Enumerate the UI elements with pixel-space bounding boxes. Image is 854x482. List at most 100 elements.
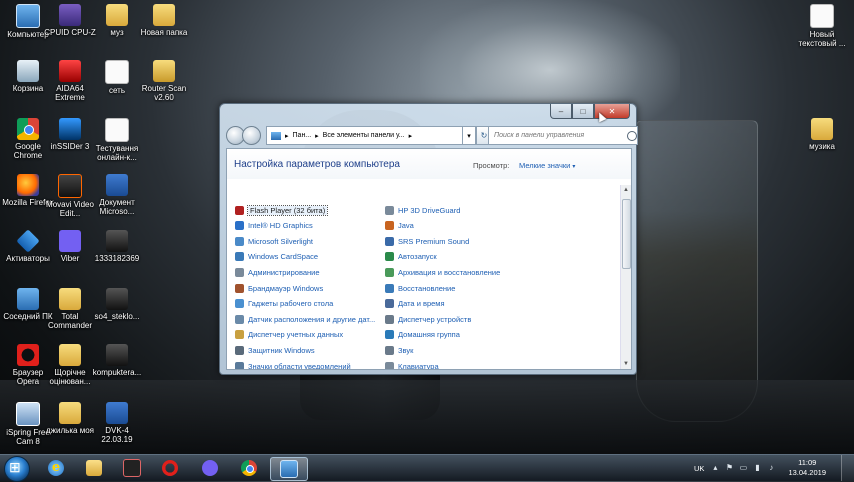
network-icon[interactable]: ▮: [753, 464, 761, 472]
desktop-icon-music[interactable]: музика: [795, 118, 849, 151]
folder-icon: [106, 4, 128, 26]
control-panel-item[interactable]: Автозапуск: [385, 250, 437, 264]
scroll-up-arrow-icon[interactable]: ▲: [621, 185, 631, 195]
control-panel-item-label: Flash Player (32 бита): [246, 204, 329, 216]
control-panel-icon: [271, 131, 281, 140]
control-panel-item-icon: [385, 267, 394, 277]
taskbar-viber[interactable]: [192, 457, 228, 479]
desktop-icon-label: so4_steklo...: [94, 312, 140, 321]
control-panel-item-icon: [385, 314, 394, 324]
desktop-icon-word-doc[interactable]: Документ Microso...: [90, 174, 144, 216]
control-panel-item[interactable]: Датчик расположения и другие дат...: [235, 312, 375, 326]
control-panel-item[interactable]: HP 3D DriveGuard: [385, 203, 460, 217]
desktop-icon-inssider[interactable]: inSSIDer 3: [43, 118, 97, 151]
breadcrumb-all-items[interactable]: Все элементы панели у...: [323, 132, 405, 139]
desktop-icon-dvk4[interactable]: DVK-4 22.03.19: [90, 402, 144, 444]
desktop-icon-total-commander[interactable]: Total Commander: [43, 288, 97, 330]
word-document-icon: [106, 402, 128, 424]
control-panel-item[interactable]: Архивация и восстановление: [385, 265, 500, 279]
desktop-icon-movavi[interactable]: Movavi Video Edit...: [43, 174, 97, 218]
control-panel-item[interactable]: Windows CardSpace: [235, 250, 318, 264]
app-icon: [123, 459, 141, 477]
control-panel-item[interactable]: Диспетчер устройств: [385, 312, 471, 326]
view-mode-dropdown[interactable]: Мелкие значки ▾: [519, 161, 575, 170]
desktop-icon-muz[interactable]: муз: [90, 4, 144, 37]
desktop-icon-testing[interactable]: Тестування онлайн-к...: [90, 118, 144, 162]
control-panel-item[interactable]: Администрирование: [235, 265, 320, 279]
address-separator: ▸: [315, 132, 319, 140]
taskbar-opera[interactable]: [152, 457, 188, 479]
show-desktop-button[interactable]: [841, 455, 854, 481]
taskbar-ie[interactable]: e: [38, 457, 74, 479]
desktop-icon-image-kompukter[interactable]: kompukterа...: [90, 344, 144, 377]
vertical-scrollbar[interactable]: ▲ ▼: [620, 185, 631, 369]
desktop-icon-label: музика: [809, 142, 835, 151]
desktop-icon-new-text[interactable]: Новый текстовый ...: [795, 4, 849, 48]
desktop-icon-dzhilka[interactable]: джилька моя: [43, 402, 97, 435]
search-input[interactable]: [492, 131, 622, 140]
address-bar[interactable]: ▸ Пан... ▸ Все элементы панели у... ▸: [266, 126, 464, 145]
viber-icon: [202, 460, 218, 476]
tray-expand-icon[interactable]: ▴: [711, 464, 719, 472]
search-icon[interactable]: [627, 130, 637, 141]
address-dropdown-button[interactable]: ▾: [462, 126, 476, 145]
desktop-icon-label: Router Scan v2.60: [141, 84, 187, 102]
taskbar-control-panel[interactable]: [270, 457, 308, 481]
address-separator: ▸: [408, 132, 413, 140]
desktop-icon-router-scan[interactable]: Router Scan v2.60: [137, 60, 191, 102]
control-panel-item[interactable]: Flash Player (32 бита): [235, 203, 329, 217]
control-panel-item-icon: [385, 205, 394, 215]
scroll-down-arrow-icon[interactable]: ▼: [621, 359, 631, 369]
desktop-icon-new-folder[interactable]: Новая папка: [137, 4, 191, 37]
control-panel-item[interactable]: Java: [385, 219, 414, 233]
language-indicator[interactable]: UK: [694, 464, 704, 473]
control-panel-item-icon: [235, 283, 244, 293]
volume-icon[interactable]: ♪: [767, 464, 775, 472]
desktop-icon-viber[interactable]: Viber: [43, 230, 97, 263]
search-box: [488, 126, 638, 145]
control-panel-item[interactable]: SRS Premium Sound: [385, 234, 469, 248]
desktop-icon-label: Total Commander: [47, 312, 92, 330]
breadcrumb-control-panel[interactable]: Пан...: [293, 132, 312, 139]
control-panel-item-icon: [385, 330, 394, 340]
control-panel-item[interactable]: Клавиатура: [385, 359, 439, 369]
minimize-button[interactable]: –: [550, 104, 572, 119]
flag-icon[interactable]: ⚑: [725, 464, 733, 472]
control-panel-item[interactable]: Диспетчер учетных данных: [235, 328, 343, 342]
address-separator: ▸: [285, 132, 289, 140]
control-panel-item[interactable]: Гаджеты рабочего стола: [235, 297, 333, 311]
taskbar-explorer[interactable]: [76, 457, 112, 479]
forward-button[interactable]: [242, 126, 261, 145]
control-panel-item-icon: [385, 299, 394, 309]
start-button[interactable]: [4, 456, 30, 482]
content-header: Настройка параметров компьютера Просмотр…: [227, 149, 631, 179]
desktop-icon-aida64[interactable]: AIDA64 Extreme: [43, 60, 97, 102]
control-panel-item[interactable]: Домашняя группа: [385, 328, 460, 342]
control-panel-item[interactable]: Восстановление: [385, 281, 455, 295]
control-panel-item[interactable]: Дата и время: [385, 297, 445, 311]
scrollbar-thumb[interactable]: [622, 199, 631, 269]
control-panel-item[interactable]: Брандмауэр Windows: [235, 281, 323, 295]
control-panel-item[interactable]: Microsoft Silverlight: [235, 234, 313, 248]
battery-icon[interactable]: ▭: [739, 464, 748, 472]
clock[interactable]: 11:09 13.04.2019: [788, 458, 826, 478]
desktop-icon-image-1333[interactable]: 1333182369: [90, 230, 144, 263]
network-computer-icon: [17, 288, 39, 310]
folder-icon: [59, 344, 81, 366]
movavi-icon: [58, 174, 82, 198]
control-panel-item[interactable]: Звук: [385, 343, 413, 357]
control-panel-item[interactable]: Защитник Windows: [235, 343, 315, 357]
control-panel-item-label: Домашняя группа: [398, 330, 460, 340]
desktop-icon-annual[interactable]: Щорічне оцінюван...: [43, 344, 97, 386]
taskbar-chrome[interactable]: [231, 457, 267, 479]
control-panel-item[interactable]: Intel® HD Graphics: [235, 219, 313, 233]
desktop-icon-network-file[interactable]: сеть: [90, 60, 144, 95]
recycle-bin-icon: [17, 60, 39, 82]
background-glass: [636, 120, 758, 422]
desktop-icon-cpuz[interactable]: CPUID CPU-Z: [43, 4, 97, 37]
control-panel-item[interactable]: Значки области уведомлений: [235, 359, 351, 369]
desktop-icon-image-steklo[interactable]: so4_steklo...: [90, 288, 144, 321]
maximize-button[interactable]: □: [572, 104, 594, 119]
control-panel-item-label: Java: [398, 221, 414, 231]
taskbar-app[interactable]: [114, 457, 150, 479]
